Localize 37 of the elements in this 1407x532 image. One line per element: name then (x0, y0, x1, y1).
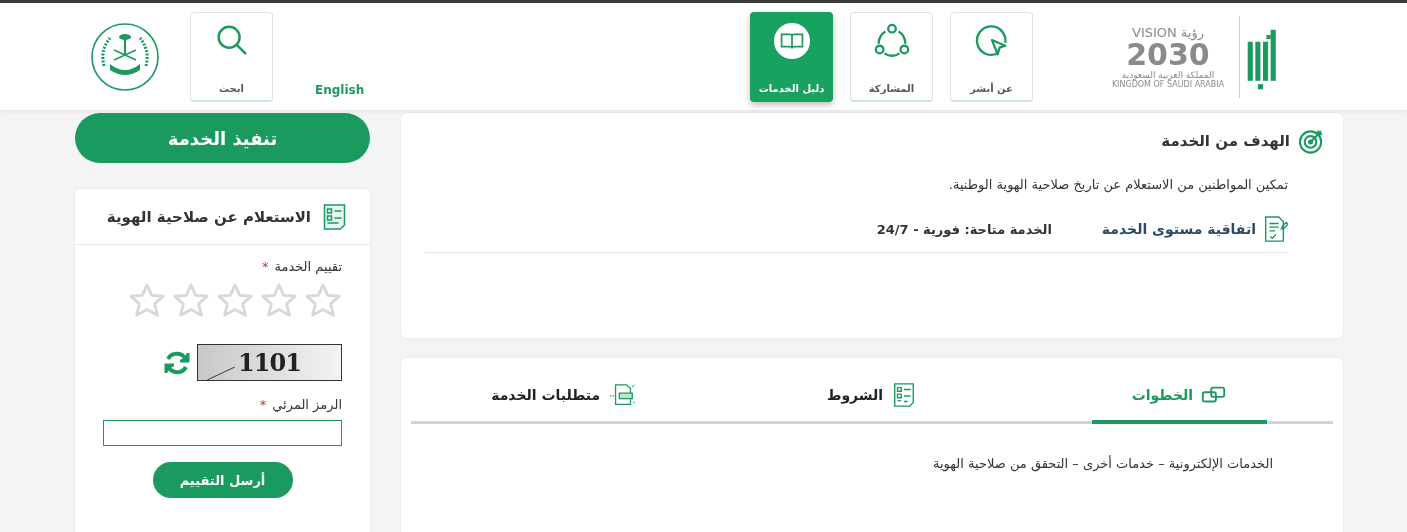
captcha-image: 1101 (197, 344, 342, 381)
logo-year: 2030 (1126, 39, 1210, 70)
tab[interactable]: متطلبات الخدمة (451, 368, 679, 424)
execute-service-button[interactable]: تنفيذ الخدمة (75, 113, 370, 163)
captcha-input-field[interactable] (103, 420, 342, 446)
target-icon (1298, 127, 1325, 155)
goal-text: تمكين المواطنين من الاستعلام عن تاريخ صلاحية الهوية الوطنية. (947, 177, 1288, 192)
logo-text: المملكة العربية السعودية (1121, 69, 1215, 80)
search-tile[interactable]: ابحث (190, 11, 273, 102)
star-icon[interactable] (128, 282, 166, 320)
field-label: الرمز المرئي (272, 397, 342, 412)
emblem-drawing (90, 21, 160, 92)
sla-link[interactable]: اتفاقية مستوى الخدمة (1101, 214, 1288, 244)
card-title: الاستعلام عن صلاحية الهوية (106, 208, 311, 226)
checklist-icon (321, 203, 348, 231)
logo-text: رؤية (1180, 24, 1204, 40)
share-icon (872, 21, 911, 60)
submit-rating-button[interactable]: أرسل التقييم (152, 462, 293, 498)
book-icon (772, 21, 811, 60)
star-icon[interactable] (216, 282, 254, 320)
required-mark: * (259, 397, 267, 412)
required-mark: * (261, 259, 269, 274)
document-pen-icon (1262, 214, 1288, 244)
steps-text: الخدمات الإلكترونية – خدمات أخرى – التحقق من صلاحية الهوية (932, 456, 1273, 471)
nav-tile[interactable]: عن أبشر (950, 11, 1033, 102)
logo-text: KINGDOM OF SAUDI ARABIA (1111, 79, 1225, 89)
tab[interactable]: الشروط (786, 368, 958, 424)
tab[interactable]: الخطوات (1091, 368, 1268, 424)
star-icon[interactable] (260, 282, 298, 320)
star-icon[interactable] (172, 282, 210, 320)
nav-tile[interactable]: المشاركة (850, 11, 933, 102)
language-link[interactable]: English (315, 82, 365, 97)
logo-text: VISION (1132, 24, 1177, 40)
availability-text: الخدمة متاحة: فورية - 24/7 (876, 221, 1052, 237)
field-label: تقييم الخدمة (274, 259, 342, 274)
card-title: الهدف من الخدمة (1161, 132, 1290, 150)
star-icon[interactable] (304, 282, 342, 320)
